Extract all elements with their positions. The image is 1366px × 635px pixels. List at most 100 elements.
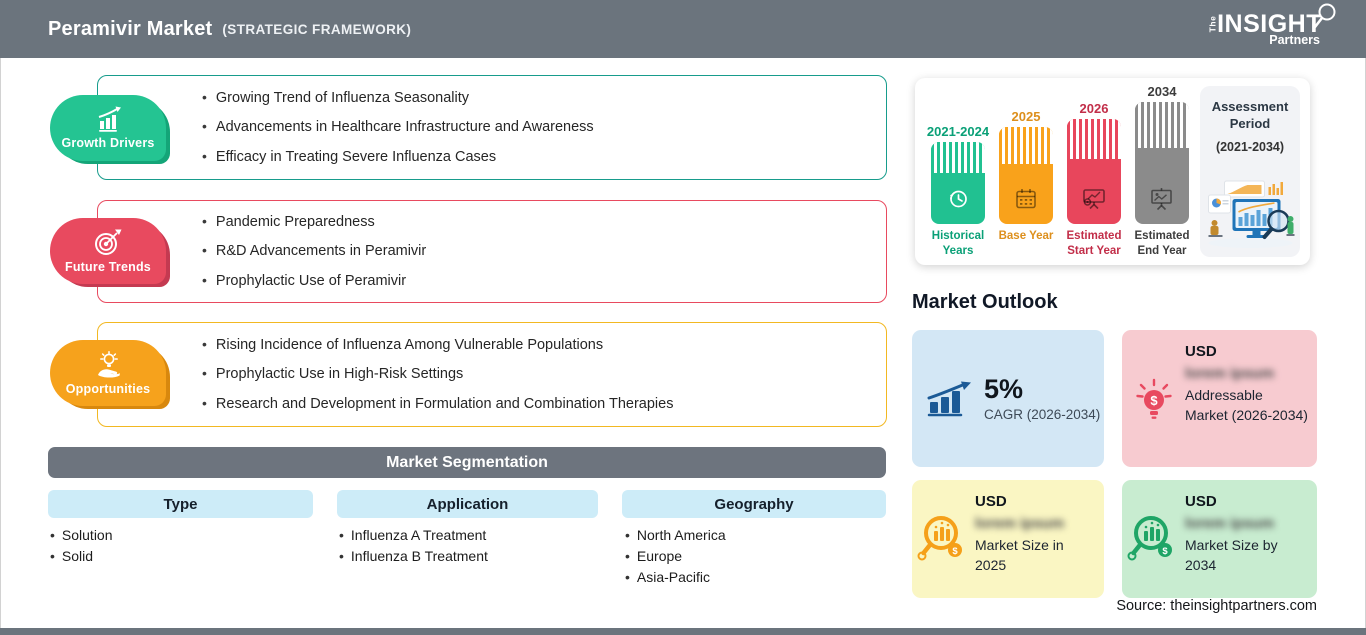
market-size-2025-card: $ USD lorem ipsum Market Size in 2025 [912,480,1104,598]
future-trends-list: Pandemic Preparedness R&D Advancements i… [98,201,886,302]
badge-label: Growth Drivers [61,136,155,150]
bar-year-label: 2026 [1079,101,1109,116]
bar-shape [999,127,1053,224]
blurred-value: lorem ipsum [1185,365,1275,382]
currency-label: USD [1185,493,1217,510]
future-trends-box: Pandemic Preparedness R&D Advancements i… [97,200,887,303]
company-logo: The INSIGHT Partners [1204,3,1336,47]
history-clock-icon [950,190,967,208]
opportunities-list: Rising Incidence of Influenza Among Vuln… [98,323,886,426]
timeline-bar-start: 2026 Estimated Start Year [1067,84,1122,259]
calendar-icon [1016,189,1036,209]
geography-list: North America Europe Asia-Pacific [625,525,726,588]
list-item: Asia-Pacific [625,567,726,588]
market-size-2034-card: $ USD lorem ipsum Market Size by 2034 [1122,480,1317,598]
market-segmentation-header: Market Segmentation [48,447,886,478]
type-list: Solution Solid [50,525,113,567]
bar-caption: Estimated End Year [1134,230,1190,258]
page-subtitle: (STRATEGIC FRAMEWORK) [222,21,412,37]
list-item: Prophylactic Use in High-Risk Settings [202,365,870,383]
magnifier-icon [1313,3,1336,28]
cagr-label: CAGR (2026-2034) [984,407,1101,423]
bulb-dollar-icon: $ [1136,378,1172,419]
badge-label: Opportunities [65,381,151,396]
cagr-value: 5% [984,373,1024,404]
cagr-text-block: 5% CAGR (2026-2034) [984,373,1101,423]
source-attribution: Source: theinsightpartners.com [1116,598,1317,614]
cagr-card: 5% CAGR (2026-2034) [912,330,1104,467]
currency-label: USD [1185,343,1217,360]
presentation-board-icon [1151,188,1172,211]
assessment-timeline-card: 2021-2024 Historical Years 2025 Base Yea… [915,78,1310,265]
market-outlook-title: Market Outlook [912,291,1058,313]
assessment-period-range: (2021-2034) [1215,139,1285,154]
growth-drivers-badge: Growth Drivers [50,95,166,161]
bar-caption: Base Year [998,230,1054,242]
footer-bar [0,628,1366,635]
timeline-bar-historical: 2021-2024 Historical Years [927,84,989,259]
card-text-block: USD lorem ipsum Addressable Market (2026… [1185,343,1309,425]
growth-chart-icon [98,106,121,132]
target-icon [95,229,122,255]
list-item: Research and Development in Formulation … [202,395,870,413]
cagr-chart-icon [927,381,971,416]
timeline-bar-base: 2025 Base Year [999,84,1054,259]
card-caption: Addressable Market (2026-2034) [1185,387,1308,423]
magnifier-chart-icon: $ [1127,516,1172,561]
timeline-bars: 2021-2024 Historical Years 2025 Base Yea… [927,84,1190,259]
infographic-page: Peramivir Market (STRATEGIC FRAMEWORK) T… [0,0,1366,635]
currency-label: USD [975,493,1007,510]
bar-caption: Historical Years [931,230,985,257]
header-bar: Peramivir Market (STRATEGIC FRAMEWORK) T… [0,0,1366,58]
list-item: Influenza A Treatment [339,525,488,546]
svg-text:$: $ [1150,393,1158,408]
card-caption: Market Size by 2034 [1185,537,1278,573]
application-list: Influenza A Treatment Influenza B Treatm… [339,525,488,567]
timeline-bar-end: 2034 Estimated End Year [1135,84,1190,259]
addressable-market-card: $ USD lorem ipsum Addressable Market (20… [1122,330,1317,467]
card-caption: Market Size in 2025 [975,537,1064,573]
assessment-period-title: Assessment Period [1211,99,1289,131]
list-item: Prophylactic Use of Peramivir [202,272,870,290]
bar-year-label: 2025 [1011,109,1041,124]
badge-label: Future Trends [65,260,151,274]
segment-column-header-geography: Geography [622,490,886,518]
future-trends-badge: Future Trends [50,218,166,284]
list-item: Rising Incidence of Influenza Among Vuln… [202,336,870,354]
card-text-block: USD lorem ipsum Market Size by 2034 [1185,493,1309,575]
bar-caption: Estimated Start Year [1066,230,1122,257]
blurred-value: lorem ipsum [975,515,1065,532]
logo-the-text: The [1207,15,1218,33]
bar-shape [931,142,985,224]
list-item: Pandemic Preparedness [202,213,870,231]
segment-column-header-application: Application [337,490,598,518]
opportunities-badge: Opportunities [50,340,166,406]
segment-column-header-type: Type [48,490,313,518]
list-item: Solution [50,525,113,546]
list-item: North America [625,525,726,546]
list-item: Solid [50,546,113,567]
magnifier-chart-icon: $ [917,516,962,561]
blurred-value: lorem ipsum [1185,515,1275,532]
presentation-gear-icon [1083,189,1105,210]
svg-text:$: $ [1162,546,1168,557]
bar-year-label: 2021-2024 [926,124,990,139]
page-title: Peramivir Market [48,17,213,40]
bar-shape [1067,119,1121,224]
svg-text:$: $ [952,546,958,557]
card-text-block: USD lorem ipsum Market Size in 2025 [975,493,1096,575]
list-item: Growing Trend of Influenza Seasonality [202,89,870,107]
list-item: Europe [625,546,726,567]
list-item: R&D Advancements in Peramivir [202,242,870,260]
list-item: Influenza B Treatment [339,546,488,567]
list-item: Efficacy in Treating Severe Influenza Ca… [202,148,870,166]
opportunities-box: Rising Incidence of Influenza Among Vuln… [97,322,887,427]
analysis-illustration [1208,180,1295,248]
idea-hand-icon [97,350,120,378]
list-item: Advancements in Healthcare Infrastructur… [202,118,870,136]
bar-shape [1135,102,1189,225]
growth-drivers-box: Growing Trend of Influenza Seasonality A… [97,75,887,180]
bar-year-label: 2034 [1147,84,1177,99]
growth-drivers-list: Growing Trend of Influenza Seasonality A… [98,76,886,179]
assessment-period-panel: Assessment Period (2021-2034) [1200,86,1300,257]
